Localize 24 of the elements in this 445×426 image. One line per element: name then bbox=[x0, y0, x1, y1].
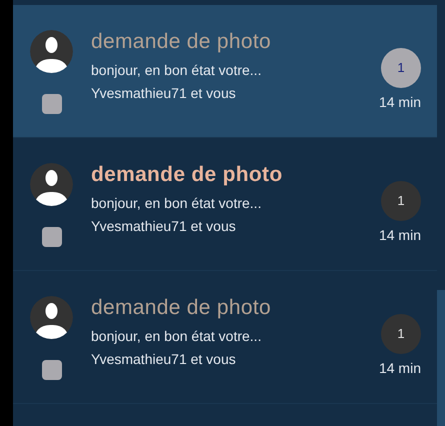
checkbox[interactable] bbox=[42, 94, 62, 114]
checkbox[interactable] bbox=[42, 360, 62, 380]
message-preview: bonjour, en bon état votre... bbox=[91, 194, 262, 212]
avatar-icon bbox=[30, 163, 73, 206]
message-preview: bonjour, en bon état votre... bbox=[91, 327, 262, 345]
timestamp: 14 min bbox=[378, 93, 421, 111]
message-preview: bonjour, en bon état votre... bbox=[91, 61, 262, 79]
count-badge: 1 bbox=[381, 48, 421, 88]
conversation-title: demande de photo bbox=[91, 30, 272, 54]
timestamp: 14 min bbox=[378, 359, 421, 377]
avatar-icon bbox=[30, 30, 73, 73]
checkbox[interactable] bbox=[42, 227, 62, 247]
count-badge: 1 bbox=[381, 181, 421, 221]
scrollbar[interactable] bbox=[437, 0, 445, 426]
participants-label: Yvesmathieu71 et vous bbox=[91, 350, 237, 368]
conversation-title: demande de photo bbox=[91, 296, 272, 320]
conversation-title: demande de photo bbox=[91, 163, 284, 187]
scrollbar-thumb[interactable] bbox=[437, 290, 445, 426]
avatar-icon bbox=[30, 296, 73, 339]
participants-label: Yvesmathieu71 et vous bbox=[91, 84, 237, 102]
count-badge: 1 bbox=[381, 314, 421, 354]
participants-label: Yvesmathieu71 et vous bbox=[91, 217, 237, 235]
timestamp: 14 min bbox=[378, 226, 421, 244]
conversation-row[interactable]: demande de photo bonjour, en bon état votre... Yvesmathieu71 et vous 1 14 min bbox=[13, 5, 437, 138]
